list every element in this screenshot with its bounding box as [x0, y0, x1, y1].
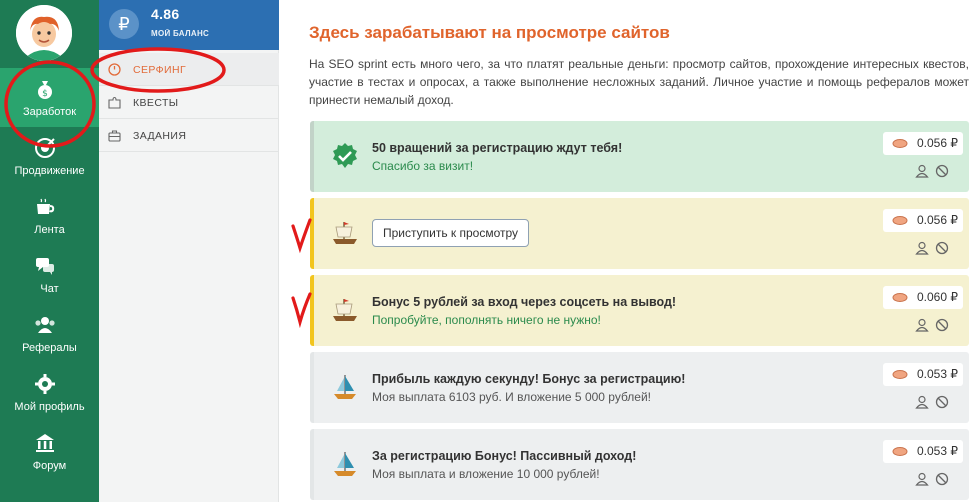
nav-label: Продвижение [14, 165, 85, 177]
block-icon[interactable] [935, 164, 949, 178]
briefcase-icon [108, 130, 121, 142]
bank-icon [36, 434, 54, 452]
sub-sidebar: ₽ 4.86 МОЙ БАЛАНС СЕРФИНГ КВЕСТЫ ЗАДАНИЯ [99, 0, 279, 502]
price-value: 0.056 ₽ [917, 213, 958, 227]
block-icon[interactable] [935, 241, 949, 255]
page-title: Здесь зарабатывают на просмотре сайтов [309, 23, 670, 42]
balance-panel[interactable]: ₽ 4.86 МОЙ БАЛАНС [99, 0, 279, 50]
check-icon [333, 143, 357, 168]
main-sidebar: $ Заработок Продвижение Лента Чат Рефера… [0, 0, 99, 502]
nav-label: Мой профиль [14, 401, 85, 413]
card-title[interactable]: За регистрацию Бонус! Пассивный доход! [372, 449, 636, 463]
sailboat-icon [334, 452, 356, 476]
ship-icon [333, 222, 357, 244]
card-actions [915, 241, 951, 257]
card-actions [915, 318, 951, 334]
coins-icon [892, 293, 908, 302]
timer-icon [108, 63, 121, 76]
target-icon [35, 138, 55, 158]
price-badge: 0.056 ₽ [883, 132, 963, 155]
card-actions [915, 472, 951, 488]
card-title[interactable]: 50 вращений за регистрацию ждут тебя! [372, 141, 622, 155]
price-badge: 0.056 ₽ [883, 209, 963, 232]
coins-icon [892, 370, 908, 379]
money-bag-icon: $ [38, 81, 52, 99]
nav-item-promotion[interactable]: Продвижение [0, 127, 99, 186]
card-title[interactable]: Бонус 5 рублей за вход через соцсеть на … [372, 295, 676, 309]
nav-item-chat[interactable]: Чат [0, 245, 99, 304]
subnav-label: КВЕСТЫ [133, 97, 179, 109]
puzzle-icon [108, 96, 121, 109]
surf-card[interactable]: За регистрацию Бонус! Пассивный доход! М… [310, 429, 969, 500]
avatar[interactable] [16, 5, 72, 61]
user-icon[interactable] [915, 472, 929, 486]
user-icon[interactable] [915, 395, 929, 409]
nav-label: Рефералы [22, 342, 77, 354]
subnav-label: СЕРФИНГ [133, 64, 187, 76]
subnav-label: ЗАДАНИЯ [133, 130, 187, 142]
nav-label: Лента [34, 224, 65, 236]
people-icon [35, 317, 55, 333]
coins-icon [892, 139, 908, 148]
subnav-item-surfing[interactable]: СЕРФИНГ [99, 53, 279, 86]
price-badge: 0.053 ₽ [883, 363, 963, 386]
chat-icon [36, 258, 54, 275]
card-subtitle: Моя выплата и вложение 10 000 рублей! [372, 467, 600, 481]
surf-card[interactable]: Приступить к просмотру 0.056 ₽ [310, 198, 969, 269]
price-badge: 0.053 ₽ [883, 440, 963, 463]
block-icon[interactable] [935, 318, 949, 332]
cup-icon [37, 198, 55, 214]
user-icon[interactable] [915, 318, 929, 332]
surf-card[interactable]: Прибыль каждую секунду! Бонус за регистр… [310, 352, 969, 423]
price-badge: 0.060 ₽ [883, 286, 963, 309]
price-value: 0.056 ₽ [917, 136, 958, 150]
subnav-item-tasks[interactable]: ЗАДАНИЯ [99, 119, 279, 152]
block-icon[interactable] [935, 395, 949, 409]
nav-label: Заработок [22, 106, 77, 118]
intro-text: На SEO sprint есть много чего, за что пл… [309, 57, 969, 107]
user-icon[interactable] [915, 241, 929, 255]
nav-item-earnings[interactable]: $ Заработок [0, 68, 99, 127]
nav-item-forum[interactable]: Форум [0, 422, 99, 481]
ruble-icon: ₽ [109, 9, 139, 39]
coins-icon [892, 216, 908, 225]
block-icon[interactable] [935, 472, 949, 486]
card-subtitle: Спасибо за визит! [372, 159, 474, 173]
surf-card[interactable]: Бонус 5 рублей за вход через соцсеть на … [310, 275, 969, 346]
user-icon[interactable] [915, 164, 929, 178]
svg-text:$: $ [42, 89, 48, 99]
nav-item-profile[interactable]: Мой профиль [0, 363, 99, 422]
price-value: 0.060 ₽ [917, 290, 958, 304]
price-value: 0.053 ₽ [917, 444, 958, 458]
balance-value: 4.86 [151, 6, 180, 22]
card-title[interactable]: Прибыль каждую секунду! Бонус за регистр… [372, 372, 685, 386]
start-viewing-button[interactable]: Приступить к просмотру [372, 219, 530, 247]
card-actions [915, 164, 951, 180]
nav-label: Форум [32, 460, 67, 472]
nav-item-feed[interactable]: Лента [0, 186, 99, 245]
card-subtitle: Моя выплата 6103 руб. И вложение 5 000 р… [372, 390, 652, 404]
surf-card[interactable]: 50 вращений за регистрацию ждут тебя! Сп… [310, 121, 969, 192]
nav-item-referrals[interactable]: Рефералы [0, 304, 99, 363]
coins-icon [892, 447, 908, 456]
gear-icon [35, 374, 55, 394]
avatar-area [0, 0, 99, 68]
sailboat-icon [334, 375, 356, 399]
price-value: 0.053 ₽ [917, 367, 958, 381]
card-subtitle: Попробуйте, пополнять ничего не нужно! [372, 313, 601, 327]
nav-label: Чат [40, 283, 59, 295]
main-content: Здесь зарабатывают на просмотре сайтов Н… [279, 0, 969, 502]
ship-icon [333, 299, 357, 321]
balance-label: МОЙ БАЛАНС [151, 29, 210, 38]
subnav-item-quests[interactable]: КВЕСТЫ [99, 86, 279, 119]
card-actions [915, 395, 951, 411]
